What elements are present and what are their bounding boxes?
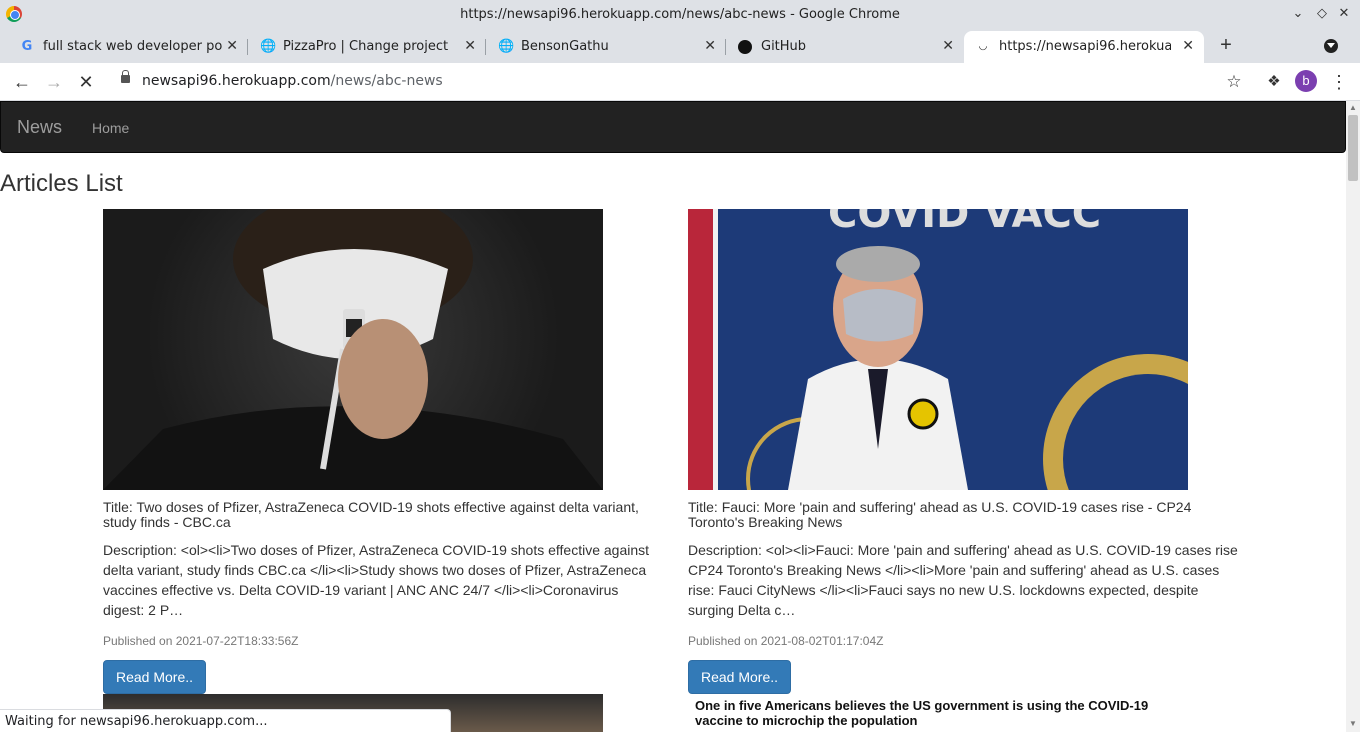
url-path: /news/abc-news [330, 73, 443, 89]
article-title: Title: Fauci: More 'pain and suffering' … [688, 499, 1192, 530]
tab-bensongathu[interactable]: 🌐 BensonGathu ✕ [486, 31, 726, 63]
tab-label: GitHub [761, 39, 807, 54]
loading-status: Waiting for newsapi96.herokuapp.com... [0, 709, 451, 732]
bookmark-star-icon[interactable]: ☆ [1222, 70, 1246, 94]
page-scrollbar[interactable]: ▲ ▼ [1346, 101, 1360, 732]
globe-icon: 🌐 [498, 39, 515, 54]
forward-icon[interactable]: → [42, 70, 66, 94]
site-navbar: News Home [0, 101, 1346, 153]
back-icon[interactable]: ← [10, 70, 34, 94]
article-published-date: Published on 2021-08-02T01:17:04Z [688, 634, 884, 648]
maximize-icon[interactable]: ◇ [1313, 5, 1331, 21]
globe-icon: 🌐 [260, 39, 277, 54]
scroll-down-arrow-icon[interactable]: ▼ [1349, 719, 1357, 728]
navbar-brand[interactable]: News [17, 117, 62, 138]
extensions-puzzle-icon[interactable]: ❖ [1262, 70, 1286, 94]
tab-strip: G full stack web developer portf ✕ 🌐 Piz… [0, 29, 1360, 63]
new-tab-button[interactable]: + [1215, 35, 1237, 55]
scrollbar-thumb[interactable] [1348, 115, 1358, 181]
address-bar[interactable]: newsapi96.herokuapp.com/news/abc-news [142, 73, 443, 89]
window-title: https://newsapi96.herokuapp.com/news/abc… [460, 7, 900, 22]
close-tab-icon[interactable]: ✕ [226, 38, 238, 54]
scroll-up-arrow-icon[interactable]: ▲ [1349, 103, 1357, 112]
read-more-button[interactable]: Read More.. [103, 660, 206, 694]
tab-label: full stack web developer portf [43, 39, 223, 54]
article-title: Title: Two doses of Pfizer, AstraZeneca … [103, 499, 639, 530]
url-host: newsapi96.herokuapp.com [142, 73, 331, 89]
stop-loading-icon[interactable]: ✕ [74, 70, 98, 94]
close-window-icon[interactable]: ✕ [1335, 5, 1353, 21]
nav-home-link[interactable]: Home [92, 120, 129, 136]
article-image [103, 209, 603, 490]
page-title: Articles List [0, 170, 123, 197]
read-more-button[interactable]: Read More.. [688, 660, 791, 694]
tab-label: PizzaPro | Change project | D [283, 39, 453, 54]
tab-portfolio-search[interactable]: G full stack web developer portf ✕ [8, 31, 248, 63]
github-icon [738, 40, 752, 54]
article-description: Description: <ol><li>Two doses of Pfizer… [103, 542, 650, 618]
tab-label: https://newsapi96.herokuapp [999, 39, 1171, 54]
close-tab-icon[interactable]: ✕ [464, 38, 476, 54]
svg-text:COVID VACC: COVID VACC [828, 209, 1101, 237]
article-image: COVID VACC [688, 209, 1188, 490]
tab-newsapi-active[interactable]: ◡ https://newsapi96.herokuapp ✕ [964, 31, 1204, 63]
tab-label: BensonGathu [521, 39, 609, 54]
tab-pizzapro[interactable]: 🌐 PizzaPro | Change project | D ✕ [248, 31, 486, 63]
profile-avatar[interactable]: b [1295, 70, 1317, 92]
article-image-headline: One in five Americans believes the US go… [695, 698, 1149, 728]
menu-kebab-icon[interactable]: ⋮ [1327, 70, 1351, 94]
close-tab-icon[interactable]: ✕ [1182, 38, 1194, 54]
tab-github[interactable]: GitHub ✕ [726, 31, 964, 63]
close-tab-icon[interactable]: ✕ [704, 38, 716, 54]
loading-icon: ◡ [978, 41, 988, 52]
browser-toolbar: ← → ✕ newsapi96.herokuapp.com/news/abc-n… [0, 63, 1360, 101]
minimize-icon[interactable]: ⌄ [1289, 5, 1307, 21]
tab-search-icon[interactable] [1324, 39, 1338, 53]
window-title-bar: https://newsapi96.herokuapp.com/news/abc… [0, 0, 1360, 29]
lock-icon[interactable] [121, 70, 130, 83]
article-description: Description: <ol><li>Fauci: More 'pain a… [688, 542, 1238, 618]
google-g-icon: G [21, 39, 33, 54]
article-published-date: Published on 2021-07-22T18:33:56Z [103, 634, 299, 648]
close-tab-icon[interactable]: ✕ [942, 38, 954, 54]
